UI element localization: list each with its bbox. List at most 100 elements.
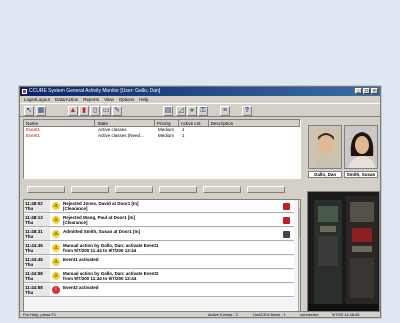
card-icon[interactable]: ▭ bbox=[101, 106, 111, 116]
status-datetime: 9/7/00 11:48:48 bbox=[332, 312, 360, 317]
photo-panel: Gallo, Dan Smith, Susan bbox=[307, 119, 380, 189]
event-text: Event1 activated bbox=[63, 257, 273, 262]
warning-icon: ⚠ bbox=[52, 230, 60, 238]
action-button[interactable] bbox=[115, 186, 153, 193]
photo-smith bbox=[344, 125, 378, 169]
alarm-icon[interactable]: ▲ bbox=[68, 106, 78, 116]
lock-icon bbox=[283, 231, 290, 238]
app-icon bbox=[22, 89, 27, 94]
event-time: 11:44:45 Thu bbox=[24, 256, 50, 268]
window-title: CCURE System General Activity Monitor [U… bbox=[29, 88, 161, 94]
warning-icon: ⚠ bbox=[52, 272, 60, 280]
action-button[interactable] bbox=[203, 186, 241, 193]
event-time: 11:44:45 Thu bbox=[24, 242, 50, 254]
event-row[interactable]: 11:44:58 Thu ⚠ Manual action by Gallo, Da… bbox=[24, 270, 294, 283]
col-active-count[interactable]: Active cnt. bbox=[179, 120, 209, 126]
event-detail: [Clearance] bbox=[63, 206, 88, 211]
filter-icon[interactable]: ▯ bbox=[90, 106, 100, 116]
list-icon[interactable]: ≡ bbox=[220, 106, 230, 116]
event-time: 11:48:13 Thu bbox=[24, 214, 50, 226]
list-item[interactable]: Event1 Active classes (Need... Medium 1 bbox=[24, 133, 300, 139]
event-day: Thu bbox=[25, 276, 34, 281]
photo-caption-smith: Smith, Susan bbox=[344, 171, 378, 178]
warning-icon: ⚠ bbox=[52, 202, 60, 210]
col-priority[interactable]: Priority bbox=[155, 120, 179, 126]
action-button[interactable] bbox=[159, 186, 197, 193]
person-photo-icon bbox=[309, 126, 341, 168]
action-button[interactable] bbox=[247, 186, 285, 193]
menu-view[interactable]: View bbox=[104, 96, 114, 103]
scrollbar-thumb[interactable] bbox=[299, 208, 300, 238]
event-day: Thu bbox=[25, 290, 34, 295]
graph-icon[interactable]: ◿ bbox=[176, 106, 186, 116]
grid-icon[interactable]: ▦ bbox=[36, 106, 46, 116]
menu-login-logout[interactable]: Login/Logout bbox=[24, 96, 50, 103]
alarm-icon: ! bbox=[52, 286, 60, 294]
menu-help[interactable]: Help bbox=[139, 96, 148, 103]
photo-gallo bbox=[308, 125, 342, 169]
event-time: 11:44:58 Thu bbox=[24, 270, 50, 282]
action-button[interactable] bbox=[27, 186, 65, 193]
maximize-button[interactable]: □ bbox=[363, 88, 370, 94]
event-row[interactable]: 11:44:58 Thu ! Event2 activated bbox=[24, 284, 294, 297]
help-icon[interactable]: ? bbox=[242, 106, 252, 116]
event-row[interactable]: 11:48:02 Thu ⚠ Rejected Jones, David at D… bbox=[24, 200, 294, 213]
event-message: Event1 activated bbox=[63, 257, 99, 262]
activity-list[interactable]: Name State Priority Active cnt. Descript… bbox=[23, 119, 301, 179]
event-name: Event1 bbox=[26, 133, 41, 138]
chart-icon[interactable]: ▮ bbox=[79, 106, 89, 116]
event-row[interactable]: 11:44:45 Thu ⚠ Manual action by Gallo, Da… bbox=[24, 242, 294, 255]
pointer-icon[interactable]: ↖ bbox=[24, 106, 34, 116]
status-active-events: Active Events : 2 bbox=[208, 312, 238, 317]
event-row[interactable]: 11:44:45 Thu ⚠ Event1 activated bbox=[24, 256, 294, 269]
event-priority: Medium bbox=[158, 133, 175, 138]
event-message: Admitted Smith, Susan at Door1 [In] bbox=[63, 229, 141, 234]
event-detail: from 9/7/200 11:44 to 9/7/200 12:44 bbox=[63, 248, 137, 253]
camera-icon[interactable]: ● bbox=[187, 106, 197, 116]
key-icon[interactable]: ⚿ bbox=[198, 106, 208, 116]
event-text: Event2 activated bbox=[63, 285, 273, 290]
lock-icon bbox=[283, 217, 290, 224]
event-log-scrollbar[interactable] bbox=[298, 200, 300, 311]
event-row[interactable]: 11:48:13 Thu ⚠ Rejected Wang, Paul at Doo… bbox=[24, 214, 294, 227]
minimize-button[interactable]: _ bbox=[355, 88, 362, 94]
event-text: Manual action by Gallo, Dan: activate Ev… bbox=[63, 271, 273, 281]
status-connection: connected bbox=[300, 312, 319, 317]
event-day: Thu bbox=[25, 220, 34, 225]
event-detail: [Clearance] bbox=[63, 220, 88, 225]
camera-feed-icon bbox=[308, 192, 379, 311]
menu-data-action[interactable]: Data/Action bbox=[55, 96, 78, 103]
col-state[interactable]: State bbox=[95, 120, 156, 126]
close-button[interactable]: × bbox=[371, 88, 378, 94]
menu-options[interactable]: Options bbox=[119, 96, 135, 103]
menu-reports[interactable]: Reports bbox=[83, 96, 99, 103]
menu-bar: Login/Logout Data/Action Reports View Op… bbox=[20, 96, 380, 103]
event-day: Thu bbox=[25, 206, 34, 211]
camera-view[interactable] bbox=[307, 191, 380, 312]
event-row[interactable]: 11:48:31 Thu ⚠ Admitted Smith, Susan at D… bbox=[24, 228, 294, 241]
event-day: Thu bbox=[25, 262, 34, 267]
col-name[interactable]: Name bbox=[24, 120, 96, 126]
event-day: Thu bbox=[25, 234, 34, 239]
event-time: 11:48:02 Thu bbox=[24, 200, 50, 212]
app-window: CCURE System General Activity Monitor [U… bbox=[19, 86, 381, 318]
warning-icon: ⚠ bbox=[52, 244, 60, 252]
list-header: Name State Priority Active cnt. Descript… bbox=[24, 120, 300, 127]
warning-icon: ⚠ bbox=[52, 258, 60, 266]
event-log[interactable]: 11:48:02 Thu ⚠ Rejected Jones, David at D… bbox=[23, 199, 301, 312]
event-time: 11:48:31 Thu bbox=[24, 228, 50, 240]
edit-icon[interactable]: ✎ bbox=[112, 106, 122, 116]
toolbar: ↖ ▦ ▲ ▮ ▯ ▭ ✎ ▤ ◿ ● ⚿ ≡ ? bbox=[20, 103, 380, 117]
event-message: Event2 activated bbox=[63, 285, 99, 290]
status-bar: For Help, press F1 Active Events : 2 UnA… bbox=[20, 311, 380, 317]
col-description[interactable]: Description bbox=[209, 120, 300, 126]
window-icon[interactable]: ▤ bbox=[163, 106, 173, 116]
title-bar: CCURE System General Activity Monitor [U… bbox=[20, 87, 380, 96]
action-button[interactable] bbox=[71, 186, 109, 193]
action-buttons bbox=[23, 186, 301, 194]
event-detail: from 9/7/200 11:44 to 9/7/200 12:44 bbox=[63, 276, 137, 281]
person-photo-icon bbox=[345, 126, 377, 168]
event-text: Admitted Smith, Susan at Door1 [In] bbox=[63, 229, 273, 234]
event-time: 11:44:58 Thu bbox=[24, 284, 50, 296]
event-text: Rejected Jones, David at Door1 [In] [Clea… bbox=[63, 201, 273, 211]
